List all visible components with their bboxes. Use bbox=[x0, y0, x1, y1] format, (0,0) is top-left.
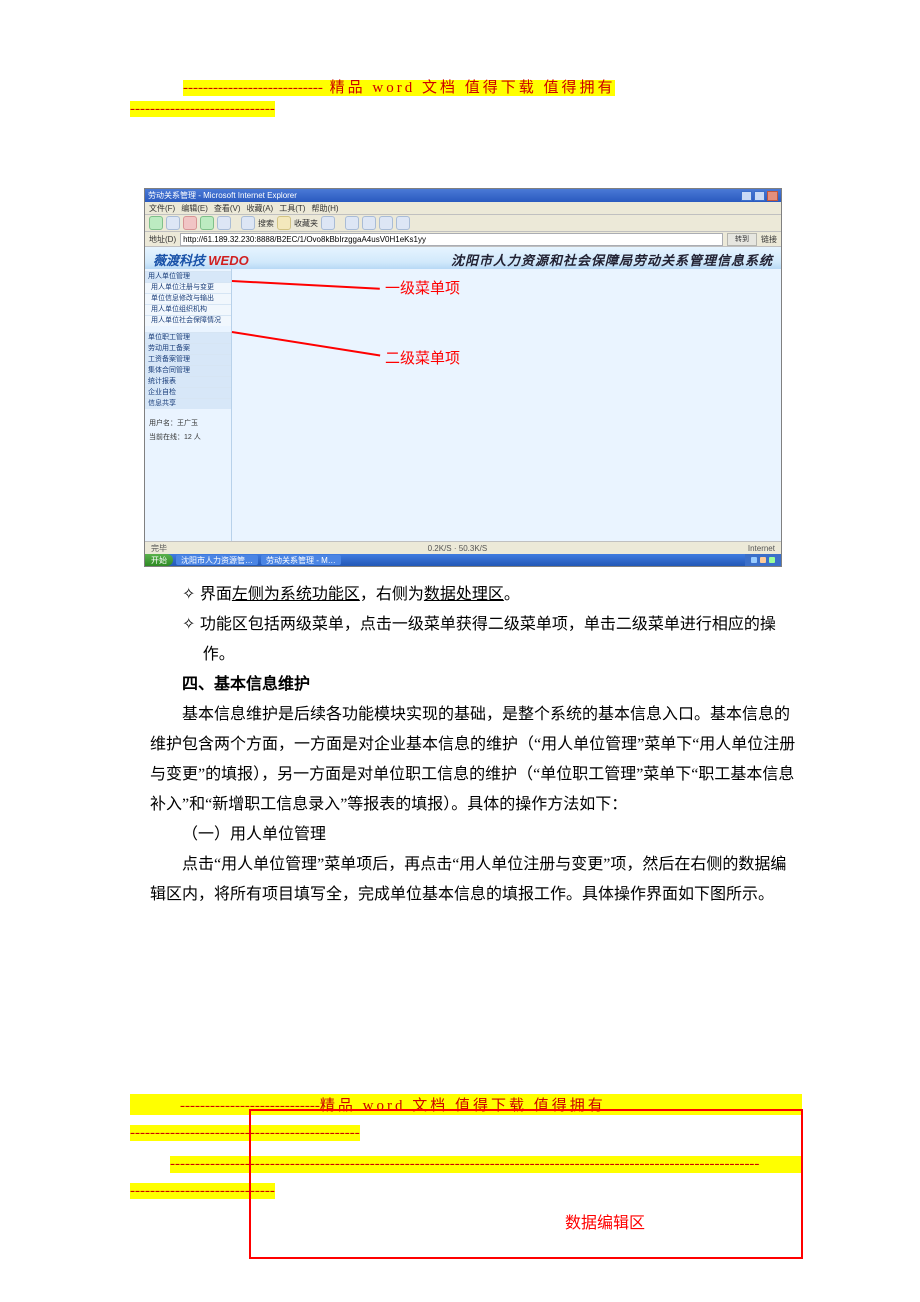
messenger-icon[interactable] bbox=[396, 216, 410, 230]
diamond-icon: ✧ bbox=[182, 586, 200, 603]
brand-logo: 薇渡科技 WEDO bbox=[153, 250, 249, 269]
stop-icon[interactable] bbox=[183, 216, 197, 230]
address-input[interactable] bbox=[180, 233, 723, 246]
sidebar-item-labor-filing[interactable]: 劳动用工备案 bbox=[145, 343, 231, 354]
close-icon[interactable] bbox=[767, 191, 778, 201]
print-icon[interactable] bbox=[362, 216, 376, 230]
refresh-icon[interactable] bbox=[200, 216, 214, 230]
edit-icon[interactable] bbox=[379, 216, 393, 230]
sidebar-item-info-share[interactable]: 信息共享 bbox=[145, 398, 231, 409]
maximize-icon[interactable] bbox=[754, 191, 765, 201]
search-icon[interactable] bbox=[241, 216, 255, 230]
sidebar-item-salary-filing[interactable]: 工资备案管理 bbox=[145, 354, 231, 365]
sidebar-item-self-check[interactable]: 企业自检 bbox=[145, 387, 231, 398]
sidebar-item-info-edit-export[interactable]: 单位信息修改与输出 bbox=[145, 293, 231, 304]
sidebar-item-stat-report[interactable]: 统计报表 bbox=[145, 376, 231, 387]
back-icon[interactable] bbox=[149, 216, 163, 230]
menu-help[interactable]: 帮助(H) bbox=[311, 203, 338, 214]
tray-icon bbox=[769, 557, 775, 563]
screenshot-ie-window: 劳动关系管理 - Microsoft Internet Explorer 文件(… bbox=[144, 188, 782, 567]
taskbar-item-1[interactable]: 沈阳市人力资源管… bbox=[176, 555, 258, 565]
status-left: 完毕 bbox=[151, 543, 167, 554]
menu-fav[interactable]: 收藏(A) bbox=[247, 203, 274, 214]
ie-addressbar: 地址(D) 转到 链接 bbox=[145, 232, 781, 247]
system-title: 沈阳市人力资源和社会保障局劳动关系管理信息系统 bbox=[451, 250, 773, 269]
online-count-label: 当前在线：12 人 bbox=[149, 432, 227, 442]
go-button[interactable]: 转到 bbox=[727, 233, 757, 246]
menu-tools[interactable]: 工具(T) bbox=[279, 203, 305, 214]
ie-titlebar: 劳动关系管理 - Microsoft Internet Explorer bbox=[145, 189, 781, 202]
home-icon[interactable] bbox=[217, 216, 231, 230]
paragraph-1: 基本信息维护是后续各功能模块实现的基础，是整个系统的基本信息入口。基本信息的维护… bbox=[150, 700, 800, 820]
menu-file[interactable]: 文件(F) bbox=[149, 203, 175, 214]
paragraph-2: 点击“用人单位管理”菜单项后，再点击“用人单位注册与变更”项，然后在右侧的数据编… bbox=[150, 850, 800, 910]
data-area bbox=[232, 269, 781, 542]
bullet-2: ✧ 功能区包括两级菜单，点击一级菜单获得二级菜单项，单击二级菜单进行相应的操作。 bbox=[150, 610, 800, 670]
user-info-box: 用户名：王广玉 当前在线：12 人 bbox=[145, 415, 231, 445]
favorites-label: 收藏夹 bbox=[294, 218, 318, 229]
ie-statusbar: 完毕 0.2K/S · 50.3K/S Internet bbox=[145, 541, 781, 554]
sidebar: 用人单位管理 用人单位注册与变更 单位信息修改与输出 用人单位组织机构 用人单位… bbox=[145, 269, 232, 542]
heading-section-4: 四、基本信息维护 bbox=[150, 670, 800, 700]
address-label: 地址(D) bbox=[149, 234, 176, 245]
data-edit-area-label: 数据编辑区 bbox=[565, 1209, 645, 1233]
current-user-label: 用户名：王广玉 bbox=[149, 418, 227, 428]
sidebar-item-register-change[interactable]: 用人单位注册与变更 bbox=[145, 282, 231, 293]
sidebar-item-employee-mgmt[interactable]: 单位职工管理 bbox=[145, 332, 231, 343]
annotation-label-level1: 一级菜单项 bbox=[385, 277, 460, 298]
sidebar-item-employer-mgmt[interactable]: 用人单位管理 bbox=[145, 271, 231, 282]
diamond-icon: ✧ bbox=[182, 616, 200, 633]
annotation-label-level2: 二级菜单项 bbox=[385, 347, 460, 368]
ie-window-title: 劳动关系管理 - Microsoft Internet Explorer bbox=[148, 190, 297, 201]
sidebar-item-collective-contract[interactable]: 集体合同管理 bbox=[145, 365, 231, 376]
tray-icon bbox=[760, 557, 766, 563]
sidebar-item-social-insurance[interactable]: 用人单位社会保障情况 bbox=[145, 315, 231, 326]
menu-view[interactable]: 查看(V) bbox=[214, 203, 241, 214]
links-label: 链接 bbox=[761, 234, 777, 245]
history-icon[interactable] bbox=[321, 216, 335, 230]
doc-header-line2: ----------------------------- bbox=[130, 101, 275, 118]
status-right: Internet bbox=[748, 544, 775, 553]
start-button[interactable]: 开始 bbox=[145, 554, 173, 566]
tray-icon bbox=[751, 557, 757, 563]
status-mid: 0.2K/S · 50.3K/S bbox=[428, 544, 488, 553]
favorites-icon[interactable] bbox=[277, 216, 291, 230]
system-tray bbox=[745, 554, 781, 566]
sidebar-item-org-structure[interactable]: 用人单位组织机构 bbox=[145, 304, 231, 315]
forward-icon[interactable] bbox=[166, 216, 180, 230]
data-edit-area-box bbox=[249, 1109, 803, 1259]
minimize-icon[interactable] bbox=[741, 191, 752, 201]
mail-icon[interactable] bbox=[345, 216, 359, 230]
doc-header-line1: ---------------------------- 精品 word 文档 … bbox=[183, 76, 800, 97]
taskbar-item-2[interactable]: 劳动关系管理 - M… bbox=[261, 555, 341, 565]
ie-menubar: 文件(F) 编辑(E) 查看(V) 收藏(A) 工具(T) 帮助(H) bbox=[145, 202, 781, 215]
subheading-4-1: （一）用人单位管理 bbox=[150, 820, 800, 850]
search-label: 搜索 bbox=[258, 218, 274, 229]
bullet-1: ✧ 界面左侧为系统功能区，右侧为数据处理区。 bbox=[150, 580, 800, 610]
windows-taskbar: 开始 沈阳市人力资源管… 劳动关系管理 - M… bbox=[145, 554, 781, 566]
menu-edit[interactable]: 编辑(E) bbox=[181, 203, 208, 214]
ie-toolbar: 搜索 收藏夹 bbox=[145, 215, 781, 232]
